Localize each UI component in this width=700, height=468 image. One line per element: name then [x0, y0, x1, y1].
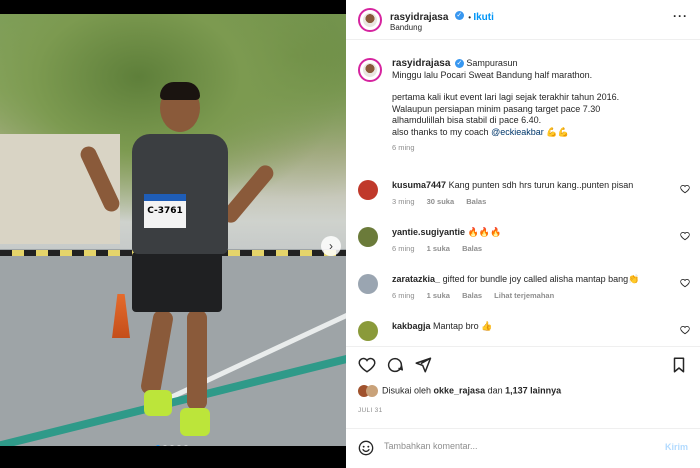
caption-line: alhamdulillah bisa stabil di pace 6.40.	[392, 115, 542, 125]
emoji-smiley-icon[interactable]	[358, 440, 374, 456]
like-comment-heart-icon[interactable]	[680, 325, 690, 335]
caption-line: Minggu lalu Pocari Sweat Bandung half ma…	[392, 69, 593, 80]
like-comment-heart-icon[interactable]	[680, 184, 690, 194]
carousel-dot	[177, 445, 181, 446]
comment-time: 6 ming	[392, 291, 415, 300]
carousel-dot	[184, 445, 188, 446]
carousel-dot	[170, 445, 174, 446]
comment-text: kakbagja Mantap bro 👍	[392, 321, 493, 331]
race-bib-number: C-3761	[147, 206, 183, 216]
runner-shorts	[132, 252, 222, 312]
caption-timestamp: 6 ming	[392, 143, 415, 152]
caption-emoji: 💪💪	[546, 126, 569, 137]
race-bib: C-3761	[144, 194, 186, 228]
commenter-avatar[interactable]	[358, 321, 378, 341]
author-username[interactable]: rasyidrajasa	[390, 12, 448, 23]
carousel-dots	[156, 445, 188, 446]
runner-leg-left	[139, 308, 175, 397]
carousel-dot	[163, 445, 167, 446]
comment-likes[interactable]: 1 suka	[427, 244, 450, 253]
caption-username[interactable]: rasyidrajasa	[392, 58, 450, 69]
liked-by-summary: Disukai oleh okke_rajasa dan 1,137 lainn…	[358, 385, 561, 397]
commenter-avatar[interactable]	[358, 274, 378, 294]
caption-author-avatar[interactable]	[358, 58, 382, 82]
comment-likes[interactable]: 30 suka	[427, 197, 455, 206]
comment-item: kusuma7447 Kang punten sdh hrs turun kan…	[358, 180, 694, 214]
caption-line: pertama kali ikut event lari lagi sejak …	[392, 92, 620, 102]
coach-mention-link[interactable]: @eckieakbar	[491, 127, 544, 137]
runner-figure: C-3761	[77, 82, 277, 444]
comment-meta: 3 ming 30 suka Balas	[392, 197, 496, 206]
instagram-post-window: C-3761 › rasyidrajasa ✓ • Ikuti Bandung …	[0, 0, 700, 468]
runner-hair	[160, 82, 200, 100]
runner-shoe-right	[180, 408, 210, 436]
comment-text: zaratazkia_ gifted for bundle joy called…	[392, 274, 640, 284]
commenter-username[interactable]: yantie.sugiyantie	[392, 227, 465, 237]
caption-text: rasyidrajasa ✓ Sampurasun Minggu lalu Po…	[392, 58, 688, 154]
commenter-avatar[interactable]	[358, 227, 378, 247]
comment-text: yantie.sugiyantie 🔥🔥🔥	[392, 227, 502, 237]
commenter-username[interactable]: kakbagja	[392, 321, 431, 331]
comment-bubble-icon[interactable]	[386, 356, 404, 374]
add-comment-bar: Kirim	[346, 428, 700, 468]
comment-text: kusuma7447 Kang punten sdh hrs turun kan…	[392, 180, 634, 190]
caption-line: also thanks to my coach @eckieakbar 💪💪	[392, 126, 569, 137]
comment-item: zaratazkia_ gifted for bundle joy called…	[358, 274, 694, 308]
verified-badge-icon: ✓	[454, 59, 464, 69]
like-heart-icon[interactable]	[358, 356, 376, 374]
comment-time: 6 ming	[392, 244, 415, 253]
post-location[interactable]: Bandung	[390, 23, 422, 32]
runner-leg-right	[187, 310, 207, 410]
comment-likes[interactable]: 1 suka	[427, 291, 450, 300]
comment-meta: 6 ming 1 suka Balas Lihat terjemahan	[392, 291, 564, 300]
comment-time: 3 ming	[392, 197, 415, 206]
like-comment-heart-icon[interactable]	[680, 278, 690, 288]
liked-by-user-link[interactable]: okke_rajasa	[434, 385, 486, 395]
post-actions: Disukai oleh okke_rajasa dan 1,137 lainn…	[346, 346, 700, 416]
reply-button[interactable]: Balas	[466, 197, 486, 206]
caption-location: Sampurasun	[466, 58, 518, 68]
commenter-username[interactable]: kusuma7447	[392, 180, 446, 190]
post-photo[interactable]: C-3761 ›	[0, 14, 346, 446]
liker-avatar	[366, 385, 378, 397]
comment-input[interactable]	[384, 441, 644, 451]
like-comment-heart-icon[interactable]	[680, 231, 690, 241]
author-avatar[interactable]	[358, 8, 382, 32]
runner-shoe-left	[144, 390, 172, 416]
carousel-dot	[156, 445, 160, 446]
commenter-avatar[interactable]	[358, 180, 378, 200]
see-translation-link[interactable]: Lihat terjemahan	[494, 291, 554, 300]
post-comment-button[interactable]: Kirim	[665, 442, 688, 452]
likes-count-link[interactable]: 1,137 lainnya	[505, 385, 561, 395]
share-send-icon[interactable]	[414, 356, 432, 374]
caption-line: Walaupun persiapan minim pasang target p…	[392, 103, 601, 114]
verified-badge-icon: ✓	[454, 11, 464, 21]
post-header: rasyidrajasa ✓ • Ikuti Bandung ···	[346, 0, 700, 40]
more-options-icon[interactable]: ···	[673, 9, 688, 23]
reply-button[interactable]: Balas	[462, 291, 482, 300]
comment-item: kakbagja Mantap bro 👍	[358, 321, 694, 345]
comment-item: yantie.sugiyantie 🔥🔥🔥 6 ming 1 suka Bala…	[358, 227, 694, 261]
reply-button[interactable]: Balas	[462, 244, 482, 253]
save-bookmark-icon[interactable]	[670, 356, 688, 374]
post-details-panel: rasyidrajasa ✓ • Ikuti Bandung ··· rasyi…	[346, 0, 700, 468]
commenter-username[interactable]: zaratazkia_	[392, 274, 440, 284]
comment-meta: 6 ming 1 suka Balas	[392, 244, 492, 253]
follow-button[interactable]: Ikuti	[473, 12, 494, 23]
next-photo-arrow-icon[interactable]: ›	[321, 236, 341, 256]
post-date: JULI 31	[358, 407, 383, 414]
